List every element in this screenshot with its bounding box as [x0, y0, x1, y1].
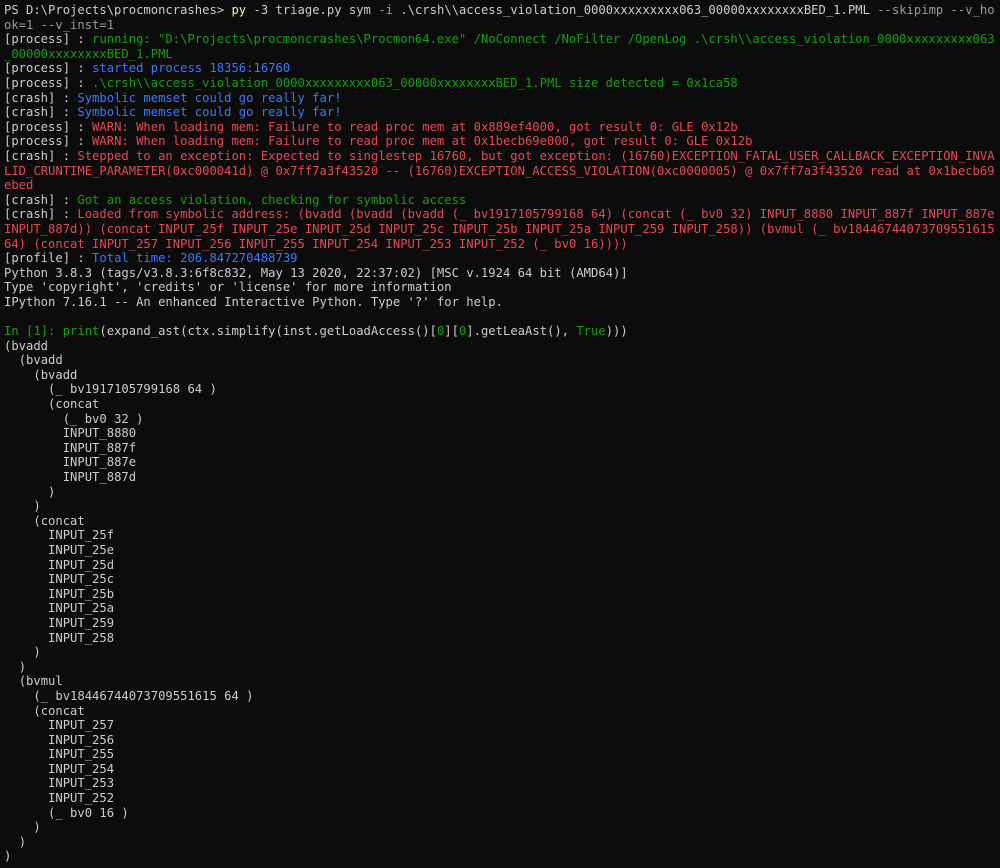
log-tag: [process] : [4, 75, 85, 90]
output-line: (bvadd [4, 367, 78, 382]
command-exe: py [231, 3, 247, 17]
log-tag: [crash] : [4, 148, 71, 163]
output-line: INPUT_253 [4, 776, 115, 791]
log-tag: [crash] : [4, 192, 71, 207]
log-message: started process 18356:16760 [84, 61, 291, 76]
log-line: [process] : WARN: When loading mem: Fail… [4, 134, 996, 149]
output-line: INPUT_25f [4, 528, 115, 543]
output-line: INPUT_887e [4, 455, 137, 470]
output-line: INPUT_256 [4, 732, 115, 747]
log-message: Total time: 206.847270488739 [84, 251, 298, 266]
output-line: (_ bv1917105799168 64 ) [4, 382, 217, 397]
input-func-print: print [62, 324, 100, 339]
log-tag: [crash] : [4, 207, 71, 222]
output-line: (_ bv0 16 ) [4, 805, 129, 820]
output-line: INPUT_254 [4, 761, 115, 776]
shell-prompt: PS D:\Projects\procmoncrashes> [4, 3, 232, 17]
output-line: ) [4, 484, 56, 499]
log-line: [crash] : Symbolic memset could go reall… [4, 91, 996, 106]
output-line: ) [4, 849, 12, 864]
log-message: Got an access violation, checking for sy… [70, 192, 467, 207]
log-tag: [process] : [4, 134, 85, 149]
ast-output: (bvadd (bvadd (bvadd (_ bv1917105799168 … [4, 339, 996, 864]
log-message: Symbolic memset could go really far! [70, 105, 342, 120]
output-line: ) [4, 820, 41, 835]
output-line: ) [4, 645, 41, 660]
banner-line: IPython 7.16.1 -- An enhanced Interactiv… [4, 294, 503, 309]
log-line: [crash] : Stepped to an exception: Expec… [4, 149, 996, 193]
output-line: INPUT_25d [4, 557, 115, 572]
output-line: INPUT_259 [4, 615, 115, 630]
output-line: ) [4, 659, 27, 674]
log-line: [profile] : Total time: 206.847270488739 [4, 251, 996, 266]
input-part: (expand_ast(ctx.simplify(inst.getLoadAcc… [99, 324, 437, 339]
output-line: INPUT_25c [4, 572, 115, 587]
output-line: (_ bv0 32 ) [4, 411, 144, 426]
log-message: WARN: When loading mem: Failure to read … [84, 119, 738, 134]
input-part: ))) [605, 324, 628, 339]
banner-line: Python 3.8.3 (tags/v3.8.3:6f8c832, May 1… [4, 265, 628, 280]
output-line: (concat [4, 397, 100, 412]
output-line: INPUT_887d [4, 470, 137, 484]
command-flag-i: -i [378, 3, 393, 17]
banner-line: Type 'copyright', 'credits' or 'license'… [4, 280, 452, 295]
output-line: (_ bv18446744073709551615 64 ) [4, 688, 254, 703]
output-line: INPUT_252 [4, 791, 115, 806]
output-line: INPUT_8880 [4, 426, 137, 441]
output-line: INPUT_887f [4, 440, 137, 455]
log-line: [crash] : Symbolic memset could go reall… [4, 105, 996, 120]
log-line: [process] : started process 18356:16760 [4, 61, 996, 76]
log-output: [process] : running: "D:\Projects\procmo… [4, 32, 996, 266]
log-line: [crash] : Loaded from symbolic address: … [4, 207, 996, 251]
output-line: INPUT_255 [4, 747, 115, 762]
log-tag: [process] : [4, 61, 85, 76]
terminal-window[interactable]: PS D:\Projects\procmoncrashes> py -3 tri… [4, 3, 996, 864]
output-line: INPUT_25b [4, 586, 115, 601]
log-tag: [profile] : [4, 251, 85, 266]
log-line: [process] : .\crsh\\access_violation_000… [4, 76, 996, 91]
output-line: (bvadd [4, 338, 49, 353]
ipython-input-line: In [1]: print(expand_ast(ctx.simplify(in… [4, 324, 996, 339]
log-tag: [process] : [4, 119, 85, 134]
output-line: (concat [4, 513, 85, 528]
python-banner: Python 3.8.3 (tags/v3.8.3:6f8c832, May 1… [4, 266, 996, 310]
output-line: INPUT_25e [4, 542, 115, 557]
log-message: WARN: When loading mem: Failure to read … [84, 134, 753, 149]
log-line: [crash] : Got an access violation, check… [4, 193, 996, 208]
command-args: -3 triage.py sym [246, 3, 379, 17]
log-message: Loaded from symbolic address: (bvadd (bv… [4, 207, 995, 251]
log-message: running: "D:\Projects\procmoncrashes\Pro… [4, 32, 995, 61]
log-tag: [process] : [4, 32, 85, 47]
input-keyword-true: True [576, 324, 606, 339]
log-line: [process] : WARN: When loading mem: Fail… [4, 120, 996, 135]
output-line: ) [4, 499, 41, 514]
output-line: (concat [4, 703, 85, 718]
output-line: (bvmul [4, 674, 63, 689]
log-message: Stepped to an exception: Expected to sin… [4, 148, 995, 193]
input-part: ].getLeaAst(), [466, 324, 577, 339]
output-line: ) [4, 834, 27, 849]
log-message: .\crsh\\access_violation_0000xxxxxxxxx06… [84, 75, 738, 90]
log-tag: [crash] : [4, 105, 71, 120]
log-line: [process] : running: "D:\Projects\procmo… [4, 32, 996, 61]
output-line: INPUT_257 [4, 718, 115, 733]
ipython-in-prompt: In [1]: [4, 324, 63, 339]
output-line: INPUT_25a [4, 601, 115, 616]
log-message: Symbolic memset could go really far! [70, 90, 342, 105]
command-line: PS D:\Projects\procmoncrashes> py -3 tri… [4, 3, 996, 32]
log-tag: [crash] : [4, 90, 71, 105]
output-line: (bvadd [4, 353, 63, 368]
output-line: INPUT_258 [4, 630, 115, 645]
input-part: ][ [444, 324, 459, 339]
command-path: .\crsh\\access_violation_0000xxxxxxxxx06… [392, 3, 878, 17]
